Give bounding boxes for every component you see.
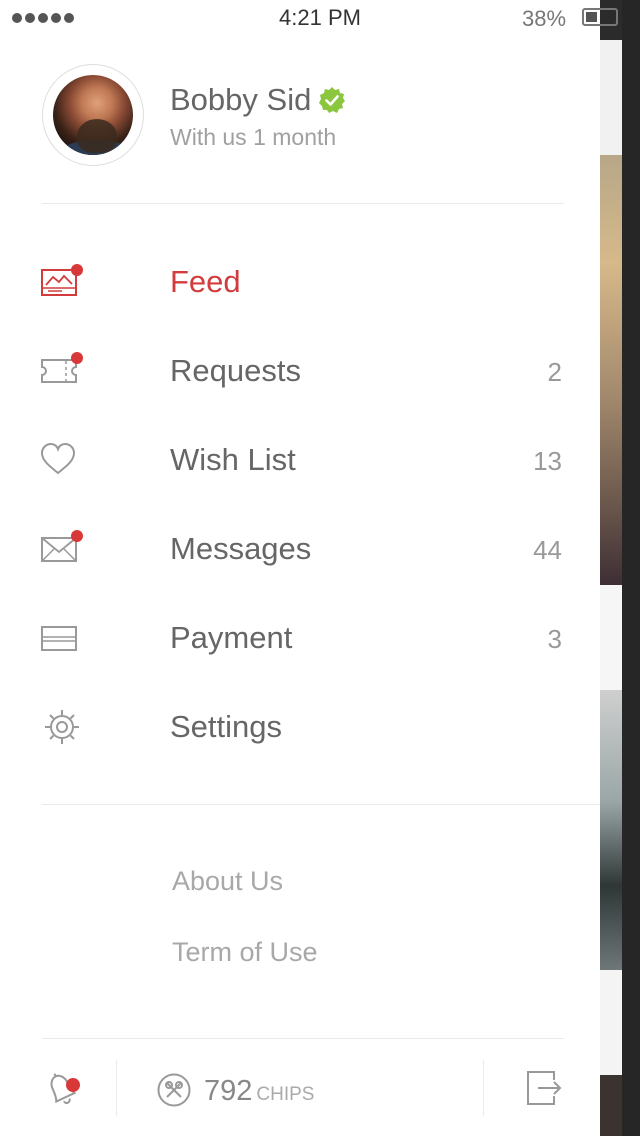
menu-label: Wish List [170, 442, 296, 477]
profile-name[interactable]: Bobby Sid [170, 82, 311, 118]
requests-notification-dot [71, 352, 83, 364]
menu-label: Feed [170, 264, 241, 299]
menu-label: Settings [170, 709, 283, 744]
chips-unit: CHIPS [256, 1084, 315, 1105]
bg-card-mid [600, 585, 622, 690]
feed-notification-dot [71, 264, 83, 276]
divider [42, 804, 600, 805]
menu-item-wish-list[interactable]: Wish List 13 [0, 420, 600, 500]
menu-item-payment[interactable]: Payment 3 [0, 598, 600, 678]
menu-item-feed[interactable]: Feed [0, 242, 600, 322]
menu-count: 13 [533, 446, 562, 476]
divider [42, 203, 564, 204]
notifications-button[interactable] [40, 1068, 84, 1112]
messages-notification-dot [71, 530, 83, 542]
bg-photo-3 [600, 1075, 622, 1136]
background-app-edge[interactable] [600, 0, 640, 1136]
battery-percent: 38% [522, 6, 567, 31]
menu-item-messages[interactable]: Messages 44 [0, 509, 600, 589]
bg-card-top [600, 40, 622, 160]
logout-icon [527, 1071, 562, 1105]
terms-of-use-link[interactable]: Term of Use [172, 937, 318, 968]
membership-duration: With us 1 month [170, 124, 337, 150]
chips-balance[interactable]: 792 CHIPS [204, 1075, 314, 1108]
avatar-photo [53, 75, 133, 155]
verified-badge-icon [319, 87, 345, 113]
divider [42, 1038, 564, 1039]
bg-photo-2 [600, 690, 622, 970]
menu-label: Requests [170, 353, 301, 388]
gear-icon [40, 707, 80, 747]
menu-item-requests[interactable]: Requests 2 [0, 331, 600, 411]
bottom-separator [483, 1060, 484, 1116]
chips-value: 792 [204, 1075, 253, 1107]
menu-count: 2 [547, 357, 562, 387]
about-us-link[interactable]: About Us [172, 866, 283, 897]
credit-card-icon [40, 618, 80, 658]
bg-card-low [600, 970, 622, 1075]
bg-app-frame [622, 0, 640, 1136]
bottom-separator [116, 1060, 117, 1116]
bg-photo-1 [600, 155, 622, 585]
avatar[interactable] [42, 64, 144, 166]
side-drawer: 4:21 PM 38% Bobby Sid With us 1 month Fe… [0, 0, 618, 1136]
heart-icon [40, 440, 80, 480]
menu-item-settings[interactable]: Settings [0, 687, 600, 767]
logout-button[interactable] [524, 1068, 564, 1108]
menu-label: Messages [170, 531, 312, 566]
notification-dot [66, 1078, 80, 1092]
chips-icon [156, 1072, 192, 1108]
menu-count: 44 [533, 535, 562, 565]
menu-count: 3 [547, 624, 562, 654]
menu-label: Payment [170, 620, 293, 655]
battery-icon [582, 8, 618, 26]
